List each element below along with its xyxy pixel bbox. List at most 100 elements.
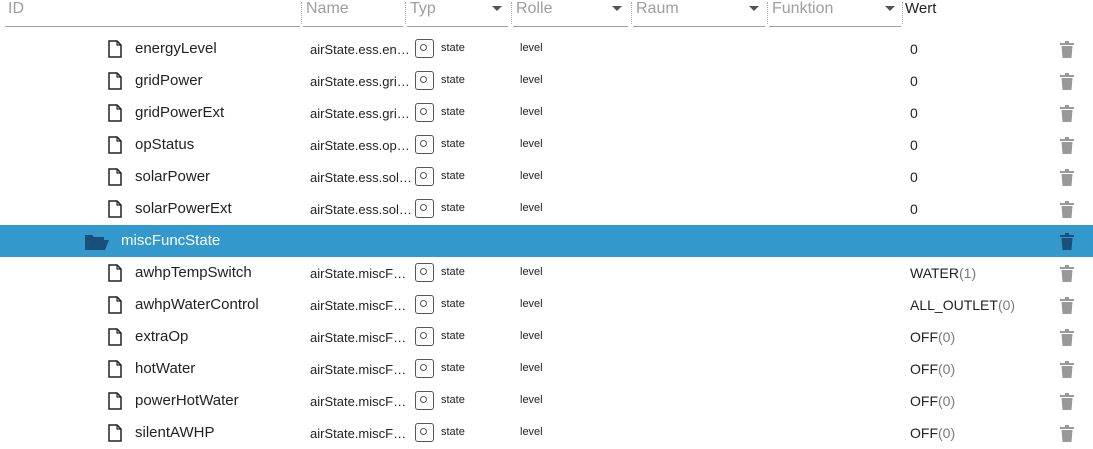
table-row[interactable]: extraOp airState.miscFuncState.extraOp s…: [0, 321, 1093, 353]
funktion-filter-label: Funktion: [772, 0, 834, 17]
table-row[interactable]: energyLevel airState.ess.energyLevel sta…: [0, 33, 1093, 65]
folder-row-selected[interactable]: miscFuncState: [0, 225, 1093, 257]
file-icon: [108, 328, 122, 346]
row-value[interactable]: OFF(0): [910, 425, 955, 441]
row-value[interactable]: OFF(0): [910, 393, 955, 409]
id-filter-placeholder: ID: [8, 0, 24, 17]
folder-name: miscFuncState: [121, 232, 221, 249]
column-divider[interactable]: [405, 2, 406, 24]
row-type: state: [441, 362, 465, 374]
table-row[interactable]: hotWater airState.miscFuncState.hotWater…: [0, 353, 1093, 385]
trash-icon[interactable]: [1060, 425, 1074, 442]
file-icon: [108, 136, 122, 154]
trash-icon[interactable]: [1060, 169, 1074, 186]
column-divider[interactable]: [511, 2, 512, 24]
row-value[interactable]: 0: [910, 41, 918, 57]
row-type: state: [441, 106, 465, 118]
state-type-icon: [415, 423, 434, 442]
state-type-icon: [415, 71, 434, 90]
table-row[interactable]: solarPowerExt airState.ess.solarPowerExt…: [0, 193, 1093, 225]
row-value[interactable]: 0: [910, 137, 918, 153]
trash-icon[interactable]: [1060, 361, 1074, 378]
file-icon: [108, 264, 122, 282]
row-id: airState.ess.opStatus: [310, 138, 412, 153]
trash-icon[interactable]: [1060, 393, 1074, 410]
trash-icon[interactable]: [1060, 105, 1074, 122]
row-role: level: [520, 426, 543, 438]
row-role: level: [520, 106, 543, 118]
chevron-down-icon: [885, 6, 895, 11]
rolle-filter-select[interactable]: Rolle: [513, 0, 628, 27]
row-role: level: [520, 298, 543, 310]
file-icon: [108, 360, 122, 378]
trash-icon[interactable]: [1060, 297, 1074, 314]
table-row[interactable]: solarPower airState.ess.solarPower state…: [0, 161, 1093, 193]
row-type: state: [441, 202, 465, 214]
trash-icon[interactable]: [1060, 73, 1074, 90]
column-divider[interactable]: [631, 2, 632, 24]
table-row[interactable]: silentAWHP airState.miscFuncState.silent…: [0, 417, 1093, 449]
table-row[interactable]: opStatus airState.ess.opStatus state lev…: [0, 129, 1093, 161]
row-type: state: [441, 394, 465, 406]
name-filter-input[interactable]: Name: [303, 0, 403, 27]
row-id: airState.miscFuncState.powerHotWater: [310, 394, 412, 409]
table-row[interactable]: gridPower airState.ess.gridPower state l…: [0, 65, 1093, 97]
trash-icon[interactable]: [1060, 265, 1074, 282]
id-filter-input[interactable]: ID: [5, 0, 300, 27]
column-divider[interactable]: [301, 2, 302, 24]
row-name: extraOp: [135, 328, 189, 345]
chevron-down-icon: [492, 6, 502, 11]
trash-icon[interactable]: [1060, 41, 1074, 58]
chevron-down-icon: [749, 6, 759, 11]
funktion-filter-select[interactable]: Funktion: [769, 0, 901, 27]
trash-icon[interactable]: [1060, 201, 1074, 218]
table-row[interactable]: awhpWaterControl airState.miscFuncState.…: [0, 289, 1093, 321]
row-id: airState.ess.gridPowerExt: [310, 106, 412, 121]
typ-filter-select[interactable]: Typ: [407, 0, 508, 27]
row-value[interactable]: OFF(0): [910, 329, 955, 345]
trash-icon[interactable]: [1060, 233, 1074, 250]
rolle-filter-label: Rolle: [516, 0, 553, 17]
row-role: level: [520, 266, 543, 278]
row-value[interactable]: 0: [910, 73, 918, 89]
column-divider[interactable]: [902, 2, 903, 24]
row-value[interactable]: ALL_OUTLET(0): [910, 297, 1015, 313]
table-row[interactable]: gridPowerExt airState.ess.gridPowerExt s…: [0, 97, 1093, 129]
file-icon: [108, 72, 122, 90]
folder-open-icon: [85, 235, 109, 250]
row-role: level: [520, 170, 543, 182]
row-name: awhpWaterControl: [135, 296, 259, 313]
row-id: airState.ess.solarPower: [310, 170, 412, 185]
row-value[interactable]: OFF(0): [910, 361, 955, 377]
row-role: level: [520, 330, 543, 342]
row-type: state: [441, 170, 465, 182]
row-type: state: [441, 266, 465, 278]
trash-icon[interactable]: [1060, 137, 1074, 154]
raum-filter-label: Raum: [636, 0, 679, 17]
row-value[interactable]: WATER(1): [910, 265, 976, 281]
state-type-icon: [415, 199, 434, 218]
row-name: gridPowerExt: [135, 104, 225, 121]
table-row[interactable]: awhpTempSwitch airState.miscFuncState.aw…: [0, 257, 1093, 289]
column-divider[interactable]: [767, 2, 768, 24]
row-role: level: [520, 394, 543, 406]
trash-icon[interactable]: [1060, 329, 1074, 346]
state-type-icon: [415, 167, 434, 186]
typ-filter-label: Typ: [410, 0, 436, 17]
row-id: airState.miscFuncState.extraOp: [310, 330, 412, 345]
row-value[interactable]: 0: [910, 105, 918, 121]
file-icon: [108, 424, 122, 442]
row-id: airState.ess.gridPower: [310, 74, 412, 89]
row-type: state: [441, 298, 465, 310]
state-type-icon: [415, 39, 434, 58]
wert-column-header: Wert: [905, 0, 937, 17]
chevron-down-icon: [612, 6, 622, 11]
row-name: solarPower: [135, 168, 211, 185]
raum-filter-select[interactable]: Raum: [633, 0, 765, 27]
state-type-icon: [415, 295, 434, 314]
row-role: level: [520, 42, 543, 54]
table-row[interactable]: powerHotWater airState.miscFuncState.pow…: [0, 385, 1093, 417]
row-name: gridPower: [135, 72, 203, 89]
row-value[interactable]: 0: [910, 169, 918, 185]
row-value[interactable]: 0: [910, 201, 918, 217]
